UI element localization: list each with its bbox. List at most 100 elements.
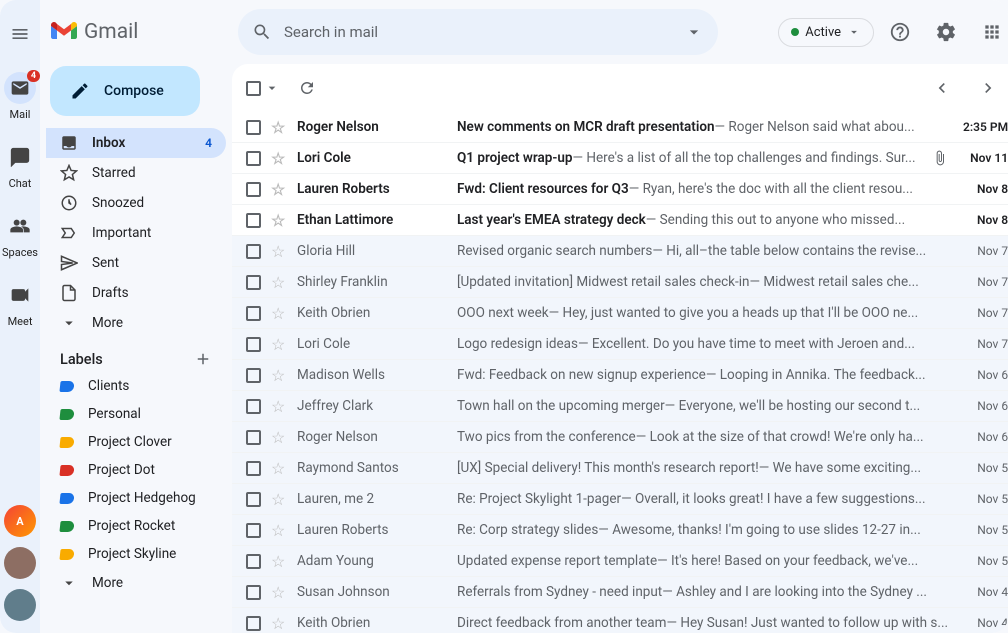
prev-page-button[interactable] <box>922 68 962 108</box>
search-options-icon[interactable] <box>684 22 704 42</box>
label-project-rocket[interactable]: Project Rocket <box>46 512 226 540</box>
star-button[interactable]: ☆ <box>271 180 287 199</box>
mail-row[interactable]: ☆ Keith Obrien Direct feedback from anot… <box>232 608 1008 633</box>
sender: Jeffrey Clark <box>297 398 447 414</box>
mail-row[interactable]: ☆ Raymond Santos [UX] Special delivery! … <box>232 453 1008 484</box>
sender: Lauren, me 2 <box>297 491 447 507</box>
row-checkbox[interactable] <box>246 399 261 414</box>
next-page-button[interactable] <box>968 68 1008 108</box>
status-dot-icon <box>791 28 799 36</box>
settings-button[interactable] <box>926 12 966 52</box>
star-button[interactable]: ☆ <box>271 211 287 230</box>
refresh-button[interactable] <box>298 79 316 97</box>
badge: 4 <box>27 70 40 82</box>
folder-drafts[interactable]: Drafts <box>46 278 226 308</box>
star-button[interactable]: ☆ <box>271 149 287 168</box>
row-checkbox[interactable] <box>246 244 261 259</box>
mail-row[interactable]: ☆ Lauren Roberts Fwd: Client resources f… <box>232 174 1008 205</box>
workspace-avatar-3[interactable] <box>4 589 36 621</box>
rail-item-meet[interactable]: Meet <box>2 269 38 338</box>
workspace-avatar-2[interactable] <box>4 547 36 579</box>
workspace-avatar-1[interactable]: A <box>4 505 36 537</box>
rail-item-spaces[interactable]: Spaces <box>2 200 38 269</box>
row-checkbox[interactable] <box>246 461 261 476</box>
add-label-button[interactable] <box>194 350 212 368</box>
mail-row[interactable]: ☆ Susan Johnson Referrals from Sydney - … <box>232 577 1008 608</box>
row-checkbox[interactable] <box>246 337 261 352</box>
row-checkbox[interactable] <box>246 585 261 600</box>
mail-row[interactable]: ☆ Lauren, me 2 Re: Project Skylight 1-pa… <box>232 484 1008 515</box>
mail-row[interactable]: ☆ Roger Nelson New comments on MCR draft… <box>232 112 1008 143</box>
star-button[interactable]: ☆ <box>271 397 287 416</box>
row-checkbox[interactable] <box>246 120 261 135</box>
star-button[interactable]: ☆ <box>271 583 287 602</box>
compose-button[interactable]: Compose <box>50 66 200 116</box>
label-project-clover[interactable]: Project Clover <box>46 428 226 456</box>
folder-inbox[interactable]: Inbox4 <box>46 128 226 158</box>
row-checkbox[interactable] <box>246 213 261 228</box>
mail-row[interactable]: ☆ Lori Cole Logo redesign ideasExcellent… <box>232 329 1008 360</box>
star-button[interactable]: ☆ <box>271 366 287 385</box>
row-checkbox[interactable] <box>246 306 261 321</box>
label-personal[interactable]: Personal <box>46 400 226 428</box>
labels-more[interactable]: More <box>46 568 226 598</box>
row-checkbox[interactable] <box>246 151 261 166</box>
mail-row[interactable]: ☆ Keith Obrien OOO next weekHey, just wa… <box>232 298 1008 329</box>
mail-row[interactable]: ☆ Shirley Franklin [Updated invitation] … <box>232 267 1008 298</box>
mail-row[interactable]: ☆ Jeffrey Clark Town hall on the upcomin… <box>232 391 1008 422</box>
mail-row[interactable]: ☆ Ethan Lattimore Last year's EMEA strat… <box>232 205 1008 236</box>
sender: Gloria Hill <box>297 243 447 259</box>
label-swatch-icon <box>59 409 74 420</box>
star-button[interactable]: ☆ <box>271 490 287 509</box>
star-button[interactable]: ☆ <box>271 614 287 633</box>
content: Revised organic search numbersHi, all–th… <box>457 243 948 259</box>
rail-item-chat[interactable]: Chat <box>2 131 38 200</box>
row-checkbox[interactable] <box>246 430 261 445</box>
chevron-down-icon <box>60 574 78 592</box>
preview: Excellent. Do you have time to meet with… <box>578 336 915 352</box>
folder-sent[interactable]: Sent <box>46 248 226 278</box>
label-project-skyline[interactable]: Project Skyline <box>46 540 226 568</box>
row-checkbox[interactable] <box>246 523 261 538</box>
search-bar[interactable] <box>238 9 718 55</box>
star-button[interactable]: ☆ <box>271 335 287 354</box>
folder-snoozed[interactable]: Snoozed <box>46 188 226 218</box>
star-button[interactable]: ☆ <box>271 428 287 447</box>
rail-item-mail[interactable]: 4Mail <box>2 62 38 131</box>
mail-row[interactable]: ☆ Lauren Roberts Re: Corp strategy slide… <box>232 515 1008 546</box>
gmail-logo[interactable]: Gmail <box>50 20 138 44</box>
status-chip[interactable]: Active <box>778 18 874 47</box>
main-menu-button[interactable] <box>0 14 40 54</box>
mail-row[interactable]: ☆ Gloria Hill Revised organic search num… <box>232 236 1008 267</box>
label-project-hedgehog[interactable]: Project Hedgehog <box>46 484 226 512</box>
star-button[interactable]: ☆ <box>271 118 287 137</box>
mail-row[interactable]: ☆ Madison Wells Fwd: Feedback on new sig… <box>232 360 1008 391</box>
star-button[interactable]: ☆ <box>271 304 287 323</box>
mail-row[interactable]: ☆ Lori Cole Q1 project wrap-upHere's a l… <box>232 143 1008 174</box>
apps-button[interactable] <box>972 12 1008 52</box>
mail-row[interactable]: ☆ Roger Nelson Two pics from the confere… <box>232 422 1008 453</box>
row-checkbox[interactable] <box>246 554 261 569</box>
row-checkbox[interactable] <box>246 275 261 290</box>
support-button[interactable] <box>880 12 920 52</box>
subject: [UX] Special delivery! This month's rese… <box>457 460 759 476</box>
star-button[interactable]: ☆ <box>271 459 287 478</box>
mail-row[interactable]: ☆ Adam Young Updated expense report temp… <box>232 546 1008 577</box>
folder-important[interactable]: Important <box>46 218 226 248</box>
row-checkbox[interactable] <box>246 616 261 631</box>
select-all-checkbox[interactable] <box>246 80 280 96</box>
label-clients[interactable]: Clients <box>46 372 226 400</box>
row-checkbox[interactable] <box>246 492 261 507</box>
star-button[interactable]: ☆ <box>271 552 287 571</box>
label-project-dot[interactable]: Project Dot <box>46 456 226 484</box>
folder-more[interactable]: More <box>46 308 226 338</box>
star-button[interactable]: ☆ <box>271 242 287 261</box>
folder-starred[interactable]: Starred <box>46 158 226 188</box>
sender: Keith Obrien <box>297 615 447 631</box>
star-button[interactable]: ☆ <box>271 521 287 540</box>
search-input[interactable] <box>284 23 672 41</box>
folder-label: More <box>92 315 123 331</box>
row-checkbox[interactable] <box>246 368 261 383</box>
row-checkbox[interactable] <box>246 182 261 197</box>
star-button[interactable]: ☆ <box>271 273 287 292</box>
